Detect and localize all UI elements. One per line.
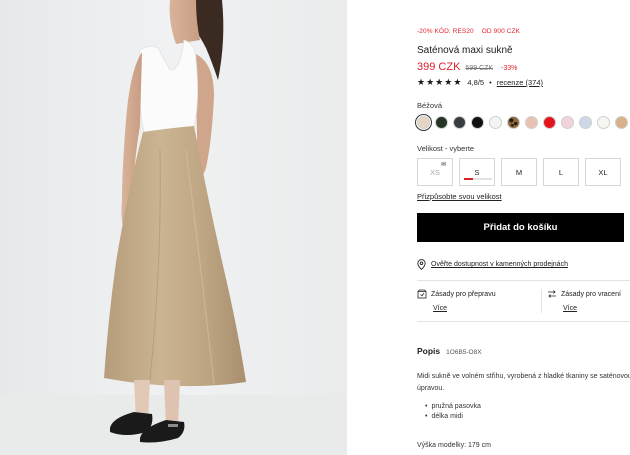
- policy-divider: [541, 289, 542, 313]
- size-option-m[interactable]: M: [501, 158, 537, 186]
- rating-value: 4,8/5: [467, 78, 485, 87]
- original-price: 599 CZK: [465, 65, 494, 72]
- size-options: XS ✉ S M L XL: [417, 158, 621, 186]
- return-policy-label: Zásady pro vracení: [561, 290, 621, 298]
- add-to-cart-button[interactable]: Přidat do košíku: [417, 213, 624, 242]
- location-pin-icon: [417, 259, 426, 270]
- color-swatch-ivory[interactable]: [597, 116, 610, 129]
- color-swatch-red[interactable]: [543, 116, 556, 129]
- store-availability-link[interactable]: Ověřte dostupnost v kamenných prodejnách: [417, 259, 568, 270]
- return-policy: Zásady pro vracení Více: [547, 289, 621, 312]
- star-icon: ★: [426, 77, 435, 87]
- size-option-xs[interactable]: XS ✉: [417, 158, 453, 186]
- star-icon: ★: [444, 77, 453, 87]
- size-option-label: XL: [598, 167, 608, 177]
- divider: [417, 321, 630, 322]
- color-swatch-dark-grey[interactable]: [453, 116, 466, 129]
- color-swatch-beige[interactable]: [414, 113, 433, 132]
- description-bullet: délka midi: [425, 412, 481, 422]
- color-swatch-light-blue[interactable]: [579, 116, 592, 129]
- size-option-label: S: [474, 167, 480, 177]
- color-swatch-dark-green[interactable]: [435, 116, 448, 129]
- package-icon: [417, 289, 427, 299]
- shipping-more-link[interactable]: Více: [433, 305, 496, 312]
- promo-minimum: OD 900 CZK: [481, 28, 520, 35]
- size-option-label: M: [515, 167, 523, 177]
- color-swatch-nude[interactable]: [525, 116, 538, 129]
- color-swatch-black[interactable]: [471, 116, 484, 129]
- model-height: Výška modelky: 179 cm: [417, 442, 491, 449]
- store-availability-label: Ověřte dostupnost v kamenných prodejnách: [431, 261, 568, 268]
- size-option-l[interactable]: L: [543, 158, 579, 186]
- size-option-xl[interactable]: XL: [585, 158, 621, 186]
- color-swatch-pale-pink[interactable]: [561, 116, 574, 129]
- size-option-s[interactable]: S: [459, 158, 495, 186]
- rating-row: ★ ★ ★ ★ ★ 4,8/5 • recenze (374): [417, 78, 543, 88]
- color-swatches: [414, 113, 628, 132]
- description-bullet: pružná pasovka: [425, 402, 480, 412]
- price-row: 399 CZK 599 CZK -33%: [417, 61, 517, 73]
- return-arrows-icon: [548, 290, 556, 298]
- low-stock-indicator: [464, 178, 492, 180]
- description-header: Popis 1O6B5-O8X: [417, 346, 482, 356]
- shipping-policy-label: Zásady pro přepravu: [431, 290, 496, 298]
- product-photo: [0, 0, 347, 455]
- return-more-link[interactable]: Více: [563, 305, 621, 312]
- description-text: Midi sukně ve volném střihu, vyrobená z …: [417, 373, 630, 392]
- description-bullets: pružná pasovkadélka midi: [425, 402, 481, 422]
- color-swatch-leopard[interactable]: [507, 116, 520, 129]
- product-title: Saténová maxi sukně: [417, 45, 513, 56]
- shipping-policy: Zásady pro přepravu Více: [417, 289, 496, 312]
- size-option-label: L: [558, 167, 564, 177]
- description-title: Popis: [417, 346, 441, 356]
- color-swatch-white[interactable]: [489, 116, 502, 129]
- reviews-link[interactable]: recenze (374): [497, 78, 543, 87]
- promo-code: -20% KÓD: RES20: [417, 28, 474, 35]
- star-icon: ★: [417, 77, 426, 87]
- model-wearing-skirt-image: [0, 0, 347, 455]
- star-icon: ★: [435, 77, 444, 87]
- star-icon: ★: [453, 77, 462, 87]
- promo-banner: -20% KÓD: RES20 OD 900 CZK: [417, 28, 520, 35]
- current-price: 399 CZK: [417, 61, 461, 73]
- color-swatch-tan[interactable]: [615, 116, 628, 129]
- size-label: Velikost - vyberte: [417, 144, 475, 153]
- rating-separator: •: [489, 78, 492, 87]
- low-stock-fill: [464, 178, 473, 180]
- mail-icon: ✉: [440, 162, 446, 168]
- size-option-label: XS: [429, 167, 440, 177]
- product-info-panel: -20% KÓD: RES20 OD 900 CZK Saténová maxi …: [414, 0, 630, 455]
- color-label: Béžová: [417, 101, 443, 110]
- divider: [417, 280, 630, 281]
- product-code: 1O6B5-O8X: [446, 349, 482, 356]
- discount-badge: -33%: [501, 65, 518, 72]
- rating-stars: ★ ★ ★ ★ ★: [417, 78, 461, 87]
- customize-size-link[interactable]: Přizpůsobte svou velikost: [417, 192, 502, 201]
